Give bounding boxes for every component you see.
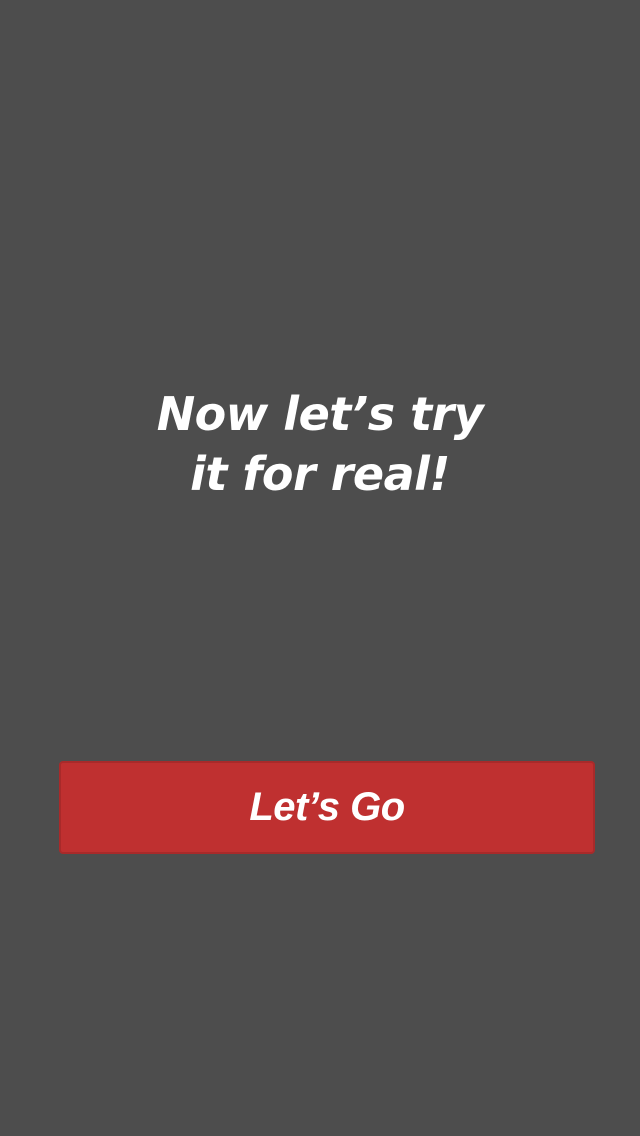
lets-go-button[interactable]: Let’s Go: [59, 761, 595, 854]
intro-headline: Now let’s try it for real!: [0, 384, 640, 504]
intro-screen: Now let’s try it for real! Let’s Go: [0, 0, 640, 1136]
headline-line-2: it for real!: [190, 447, 450, 501]
headline-line-1: Now let’s try: [156, 387, 484, 441]
